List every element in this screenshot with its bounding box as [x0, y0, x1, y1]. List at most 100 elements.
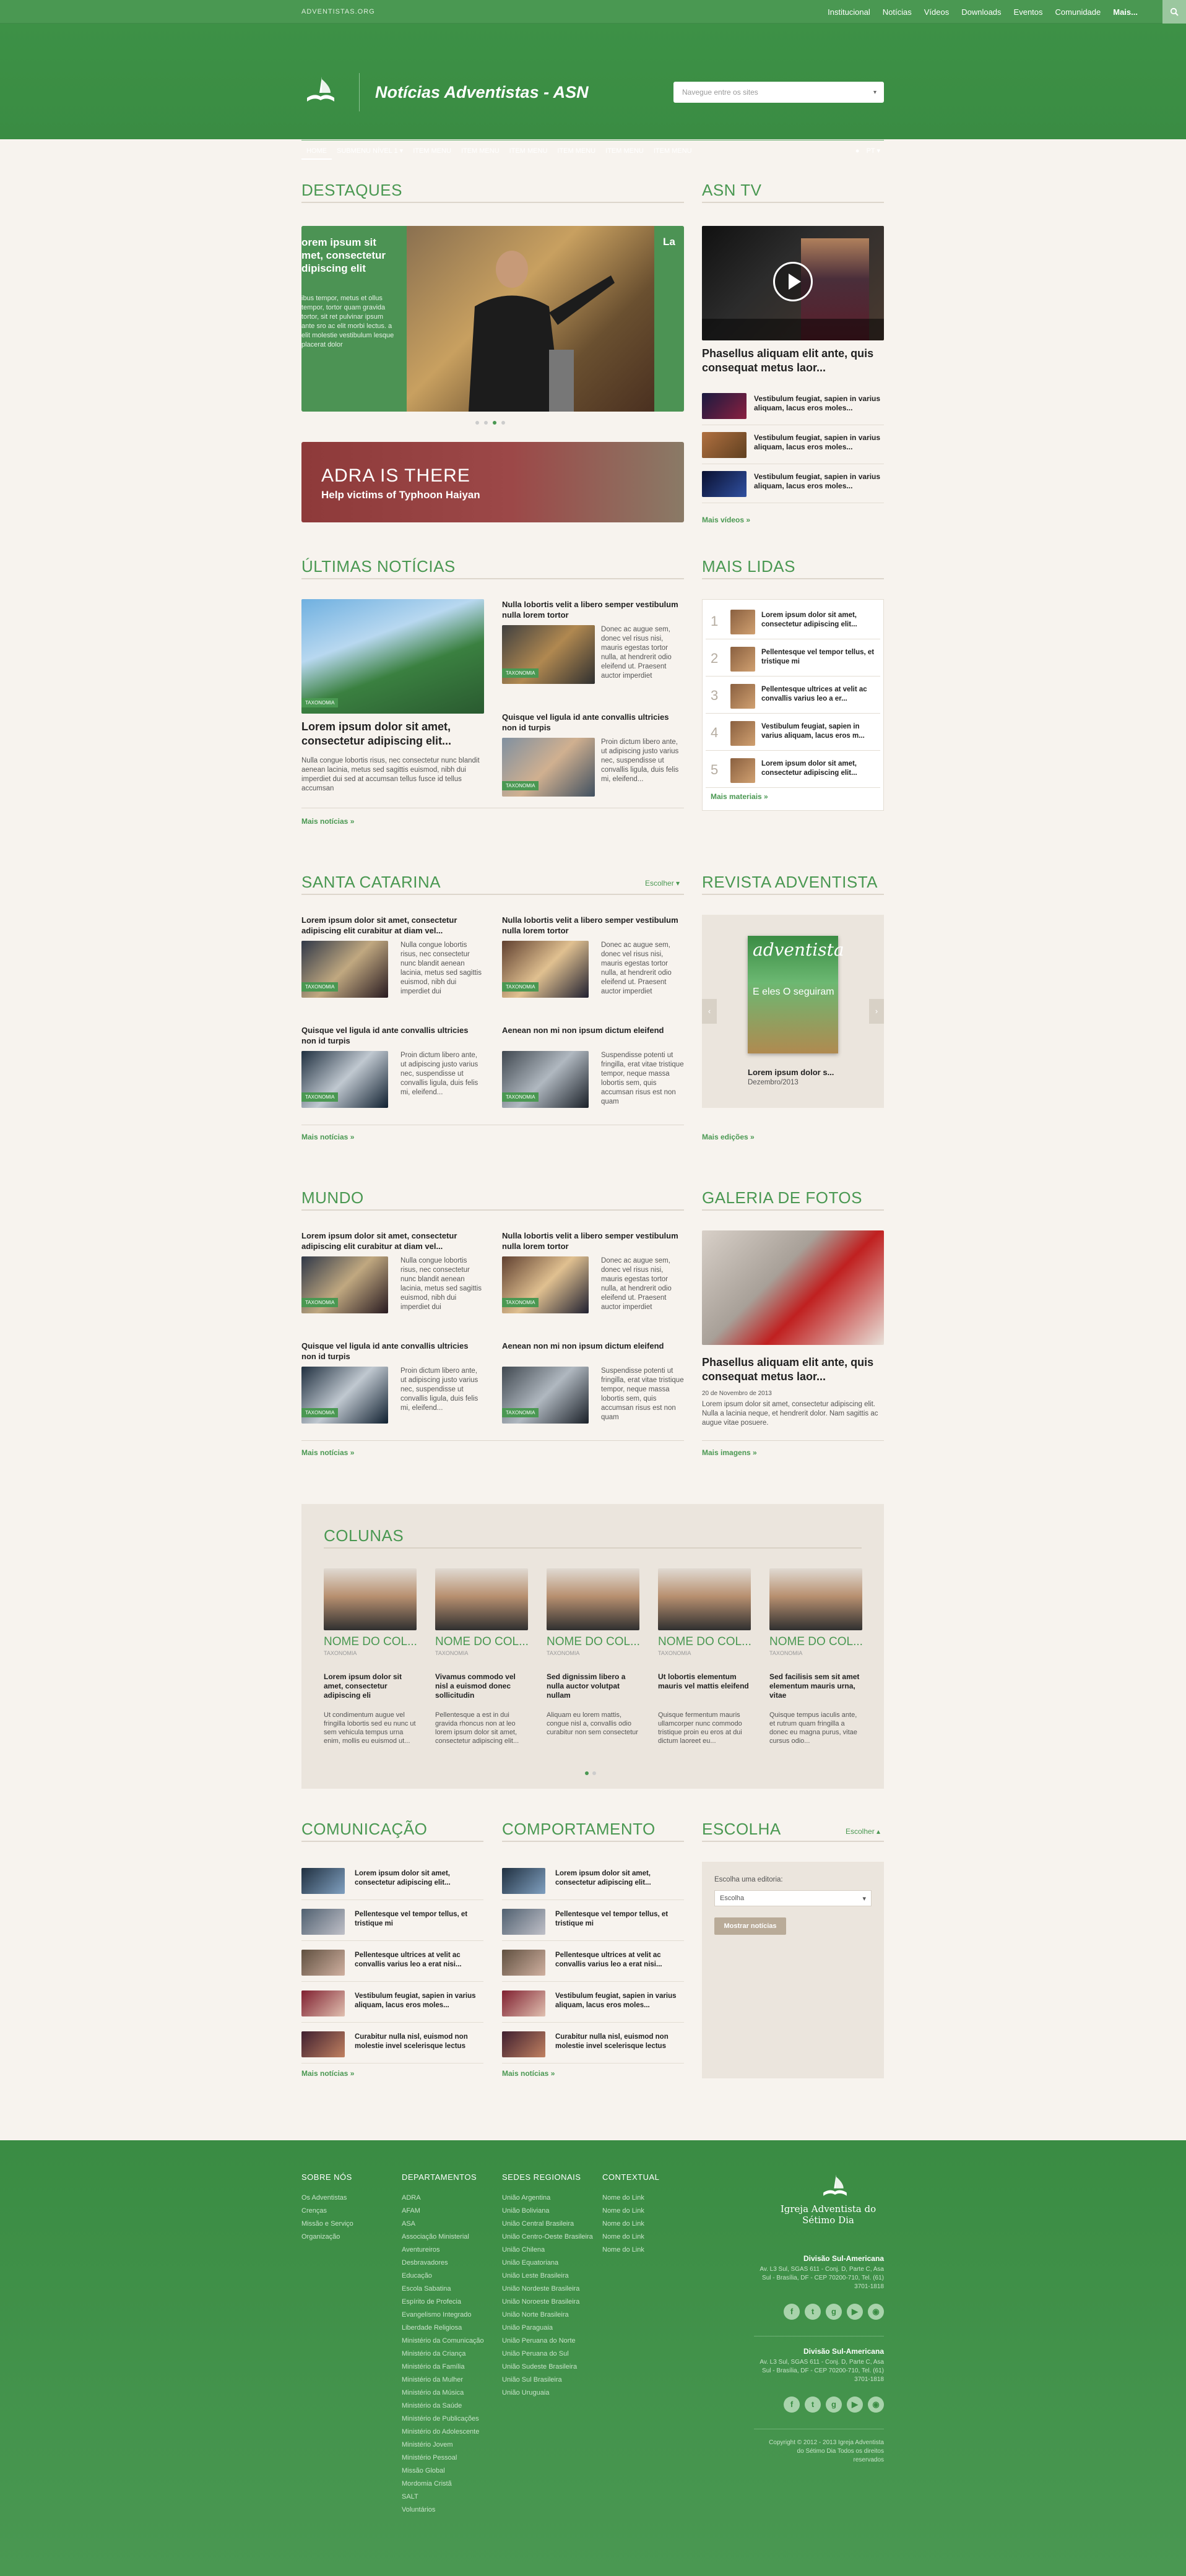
footer-link[interactable]: Ministério da Música — [402, 2387, 484, 2400]
more-images-link[interactable]: Mais imagens » — [702, 1448, 757, 1457]
network-site-link[interactable]: ADVENTISTAS.ORG — [301, 8, 375, 15]
news-item-title[interactable]: Aenean non mi non ipsum dictum eleifend — [502, 1025, 684, 1035]
googleplus-icon[interactable]: g — [826, 2304, 842, 2320]
footer-link[interactable]: SALT — [402, 2491, 484, 2504]
footer-link[interactable]: Ministério Jovem — [402, 2439, 484, 2452]
news-side-title[interactable]: Nulla lobortis velit a libero semper ves… — [502, 599, 684, 620]
most-read-item[interactable]: 5 Lorem ipsum dolor sit amet, consectetur… — [706, 752, 880, 788]
gallery-caption[interactable]: Phasellus aliquam elit ante, quis conseq… — [702, 1355, 884, 1384]
taxonomy-tag[interactable]: TAXONOMIA — [502, 982, 539, 992]
most-read-item[interactable]: 4 Vestibulum feugiat, sapien in varius al… — [706, 715, 880, 751]
footer-link[interactable]: Nome do Link — [602, 2218, 659, 2231]
columnist-name[interactable]: NOME DO COL... — [547, 1635, 639, 1649]
footer-link[interactable]: Ministério da Comunicação — [402, 2335, 484, 2348]
video-player[interactable] — [702, 226, 884, 340]
footer-link[interactable]: Educação — [402, 2270, 484, 2283]
footer-link[interactable]: União Noroeste Brasileira — [502, 2296, 593, 2309]
pager-dot[interactable] — [592, 1771, 596, 1775]
news-item-title[interactable]: Lorem ipsum dolor sit amet, consectetur … — [301, 915, 483, 936]
columnist-photo[interactable] — [324, 1568, 417, 1630]
footer-link[interactable]: União Uruguaia — [502, 2387, 593, 2400]
site-navigator-select[interactable]: Navegue entre os sites ▾ — [673, 82, 884, 103]
nav-item-4[interactable]: ITEM MENU — [504, 147, 553, 155]
footer-link[interactable]: Crenças — [301, 2205, 353, 2218]
footer-link[interactable]: União Argentina — [502, 2192, 593, 2205]
columnist-photo[interactable] — [435, 1568, 528, 1630]
footer-link[interactable]: Liberdade Religiosa — [402, 2322, 484, 2335]
footer-link[interactable]: Escola Sabatina — [402, 2283, 484, 2296]
magazine-prev-arrow-icon[interactable]: ‹ — [702, 999, 717, 1024]
taxonomy-tag[interactable]: TAXONOMIA — [301, 1092, 339, 1102]
news-item-image[interactable]: TAXONOMIA — [502, 1367, 589, 1424]
slider-dot[interactable] — [484, 421, 488, 425]
columnist-name[interactable]: NOME DO COL... — [435, 1635, 528, 1649]
footer-link[interactable]: Organização — [301, 2231, 353, 2244]
column-title[interactable]: Vivamus commodo vel nisl a euismod donec… — [435, 1672, 528, 1700]
taxonomy-tag[interactable]: TAXONOMIA — [502, 1298, 539, 1307]
footer-link[interactable]: União Sudeste Brasileira — [502, 2361, 593, 2374]
footer-link[interactable]: União Central Brasileira — [502, 2218, 593, 2231]
more-videos-link[interactable]: Mais vídeos » — [702, 516, 750, 524]
more-materials-link[interactable]: Mais materiais » — [711, 792, 768, 801]
news-item-image[interactable]: TAXONOMIA — [301, 1051, 388, 1108]
most-read-item[interactable]: 2 Pellentesque vel tempor tellus, et tris… — [706, 641, 880, 676]
news-item-image[interactable]: TAXONOMIA — [301, 941, 388, 998]
footer-link[interactable]: Nome do Link — [602, 2192, 659, 2205]
news-item-image[interactable]: TAXONOMIA — [301, 1256, 388, 1313]
footer-link[interactable]: União Leste Brasileira — [502, 2270, 593, 2283]
nav-item-5[interactable]: ITEM MENU — [552, 147, 600, 155]
top-link-downloads[interactable]: Downloads — [955, 7, 1007, 17]
column-title[interactable]: Sed facilisis sem sit amet elementum mau… — [769, 1672, 862, 1700]
footer-link[interactable]: União Sul Brasileira — [502, 2374, 593, 2387]
footer-link[interactable]: Mordomia Cristã — [402, 2478, 484, 2491]
footer-link[interactable]: Missão e Serviço — [301, 2218, 353, 2231]
footer-link[interactable]: União Norte Brasileira — [502, 2309, 593, 2322]
news-main-title[interactable]: Lorem ipsum dolor sit amet, consectetur … — [301, 720, 484, 748]
show-news-button[interactable]: Mostrar notícias — [714, 1917, 786, 1935]
nav-item-home[interactable]: HOME — [301, 147, 332, 160]
list-item[interactable]: Pellentesque ultrices at velit ac conval… — [502, 1943, 684, 1982]
news-item-title[interactable]: Nulla lobortis velit a libero semper ves… — [502, 915, 684, 936]
columnist-photo[interactable] — [547, 1568, 639, 1630]
footer-link[interactable]: Missão Global — [402, 2465, 484, 2478]
footer-link[interactable]: Ministério da Criança — [402, 2348, 484, 2361]
columnist-name[interactable]: NOME DO COL... — [658, 1635, 751, 1649]
footer-link[interactable]: ASA — [402, 2218, 484, 2231]
column-title[interactable]: Lorem ipsum dolor sit amet, consectetur … — [324, 1672, 417, 1700]
footer-link[interactable]: ADRA — [402, 2192, 484, 2205]
twitter-icon[interactable]: t — [805, 2304, 821, 2320]
taxonomy-tag[interactable]: TAXONOMIA — [502, 1092, 539, 1102]
news-item-image[interactable]: TAXONOMIA — [502, 941, 589, 998]
footer-link[interactable]: Nome do Link — [602, 2244, 659, 2257]
more-news-link[interactable]: Mais notícias » — [301, 1448, 354, 1457]
footer-link[interactable]: Os Adventistas — [301, 2192, 353, 2205]
more-news-link[interactable]: Mais notícias » — [301, 817, 354, 826]
footer-link[interactable]: Aventureiros — [402, 2244, 484, 2257]
top-link-more[interactable]: Mais... — [1107, 7, 1144, 17]
footer-link[interactable]: Evangelismo Integrado — [402, 2309, 484, 2322]
top-link-comunidade[interactable]: Comunidade — [1049, 7, 1107, 17]
news-item-title[interactable]: Lorem ipsum dolor sit amet, consectetur … — [301, 1230, 483, 1251]
taxonomy-tag[interactable]: TAXONOMIA — [502, 781, 539, 790]
news-item-title[interactable]: Aenean non mi non ipsum dictum eleifend — [502, 1341, 684, 1351]
facebook-icon[interactable]: f — [784, 2397, 800, 2413]
youtube-icon[interactable]: ▶ — [847, 2304, 863, 2320]
magazine-cover[interactable]: adventista E eles O seguiram — [748, 936, 844, 1053]
featured-caption-title[interactable]: orem ipsum sit met, consectetur dipiscin… — [301, 236, 400, 275]
columnist-photo[interactable] — [769, 1568, 862, 1630]
church-logo-icon[interactable] — [820, 2172, 851, 2202]
news-item-title[interactable]: Quisque vel ligula id ante convallis ult… — [301, 1025, 483, 1046]
next-slide-preview[interactable]: La — [654, 226, 684, 412]
news-item-title[interactable]: Quisque vel ligula id ante convallis ult… — [301, 1341, 483, 1362]
footer-link[interactable]: Ministério do Adolescente — [402, 2426, 484, 2439]
rss-icon[interactable]: ◉ — [868, 2397, 884, 2413]
video-list-item[interactable]: Vestibulum feugiat, sapien in varius ali… — [702, 387, 884, 425]
footer-link[interactable]: Nome do Link — [602, 2205, 659, 2218]
gallery-photo[interactable] — [702, 1230, 884, 1345]
play-icon[interactable] — [773, 262, 813, 301]
top-link-videos[interactable]: Vídeos — [918, 7, 955, 17]
footer-link[interactable]: União Boliviana — [502, 2205, 593, 2218]
top-search-button[interactable] — [1162, 0, 1186, 24]
more-editions-link[interactable]: Mais edições » — [702, 1133, 755, 1141]
more-news-link[interactable]: Mais notícias » — [502, 2069, 555, 2078]
